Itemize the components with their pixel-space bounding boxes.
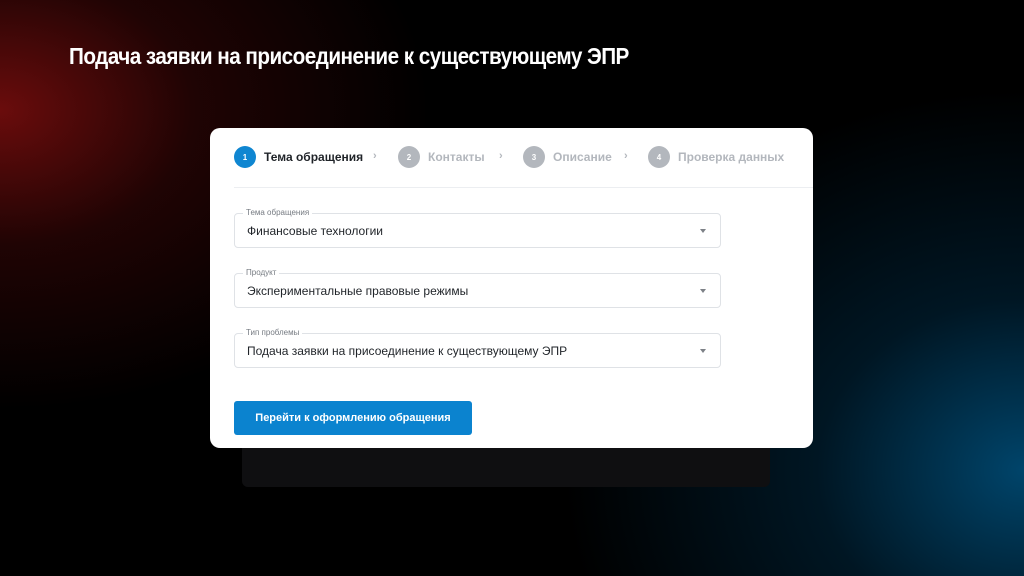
product-select[interactable]: Продукт Экспериментальные правовые режим… — [234, 268, 721, 308]
step-number-1: 1 — [234, 146, 256, 168]
card-shadow — [242, 446, 770, 487]
step-label-review: Проверка данных — [678, 150, 785, 164]
dropdown-caret-icon — [700, 289, 706, 293]
topic-select[interactable]: Тема обращения Финансовые технологии — [234, 208, 721, 248]
chevron-right-icon: › — [624, 150, 628, 162]
step-label-contacts: Контакты — [428, 150, 485, 164]
step-number-4: 4 — [648, 146, 670, 168]
proceed-to-request-button[interactable]: Перейти к оформлению обращения — [234, 401, 472, 435]
dropdown-caret-icon — [700, 229, 706, 233]
step-number-3: 3 — [523, 146, 545, 168]
problem-type-select[interactable]: Тип проблемы Подача заявки на присоедине… — [234, 328, 721, 368]
product-select-label: Продукт — [243, 268, 280, 278]
step-contacts[interactable]: 2 Контакты — [398, 146, 485, 168]
topic-select-label: Тема обращения — [243, 208, 313, 218]
dropdown-caret-icon — [700, 349, 706, 353]
step-label-description: Описание — [553, 150, 612, 164]
product-select-value: Экспериментальные правовые режимы — [247, 284, 469, 298]
problem-type-select-value: Подача заявки на присоединение к существ… — [247, 344, 568, 358]
slide-title: Подача заявки на присоединение к существ… — [69, 43, 629, 69]
step-topic[interactable]: 1 Тема обращения — [234, 146, 363, 168]
chevron-right-icon: › — [499, 150, 503, 162]
chevron-right-icon: › — [373, 150, 377, 162]
problem-type-select-label: Тип проблемы — [243, 328, 303, 338]
stepper: 1 Тема обращения › 2 Контакты › 3 Описан… — [234, 145, 813, 188]
step-label-topic: Тема обращения — [264, 150, 364, 164]
request-form-card: 1 Тема обращения › 2 Контакты › 3 Описан… — [210, 128, 813, 448]
step-description[interactable]: 3 Описание — [523, 146, 612, 168]
step-review[interactable]: 4 Проверка данных — [648, 146, 784, 168]
topic-select-value: Финансовые технологии — [247, 224, 383, 238]
step-number-2: 2 — [398, 146, 420, 168]
